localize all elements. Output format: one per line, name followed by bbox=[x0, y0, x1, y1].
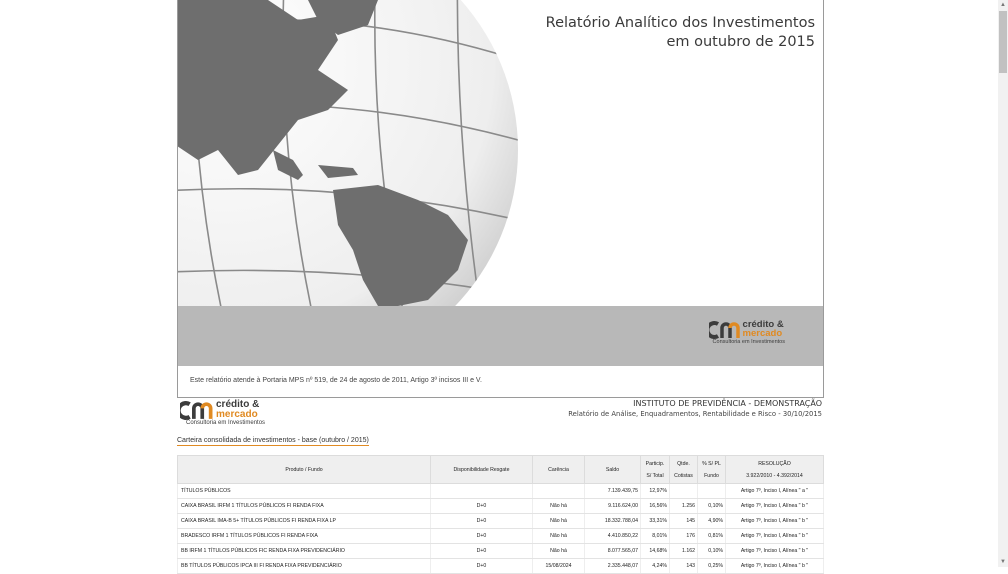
cell-carencia: Não há bbox=[532, 513, 585, 529]
cell-pl bbox=[697, 483, 726, 499]
cell-disp: D+0 bbox=[430, 498, 533, 514]
cell-disp bbox=[430, 483, 533, 499]
col-resolucao: RESOLUÇÃO 3.922/2010 - 4.392/2014 bbox=[725, 455, 824, 484]
cell-resolucao: Artigo 7º, Inciso I, Alínea " b " bbox=[725, 513, 824, 529]
col-pl-1: % S/ PL bbox=[702, 460, 721, 467]
logo-line2: mercado bbox=[216, 408, 258, 420]
cell-saldo: 18.332.788,04 bbox=[584, 513, 641, 529]
cell-particip: 16,56% bbox=[640, 498, 670, 514]
cell-carencia bbox=[532, 483, 585, 499]
col-particip-1: Particip. bbox=[645, 460, 665, 467]
col-resolucao-2: 3.922/2010 - 4.392/2014 bbox=[746, 472, 803, 479]
cell-disp: D+0 bbox=[430, 513, 533, 529]
cell-particip: 4,24% bbox=[640, 558, 670, 574]
col-pl-2: Fundo bbox=[704, 472, 719, 479]
cell-qtde: 1.256 bbox=[669, 498, 698, 514]
table-row: BB TÍTULOS PÚBLICOS IPCA III FI RENDA FI… bbox=[177, 558, 824, 574]
col-carencia: Carência bbox=[532, 455, 585, 484]
cell-produto: CAIXA BRASIL IMA-B 5+ TÍTULOS PÚBLICOS F… bbox=[177, 513, 431, 529]
page-logo: crédito & mercado Consultoria em Investi… bbox=[180, 400, 265, 427]
cell-resolucao: Artigo 7º, Inciso I, Alínea " a " bbox=[725, 483, 824, 499]
logo-tagline: Consultoria em Investimentos bbox=[712, 339, 785, 345]
cell-saldo: 2.335.448,07 bbox=[584, 558, 641, 574]
cell-qtde: 1.162 bbox=[669, 543, 698, 559]
col-saldo: Saldo bbox=[584, 455, 641, 484]
cell-saldo: 4.410.850,22 bbox=[584, 528, 641, 544]
cover-title-line1: Relatório Analítico dos Investimentos bbox=[545, 15, 815, 31]
table-row: TÍTULOS PÚBLICOS 7.139.439,75 12,97% Art… bbox=[177, 483, 824, 499]
col-particip-2: S/ Total bbox=[646, 472, 664, 479]
logo-mark-icon bbox=[180, 401, 213, 420]
cell-resolucao: Artigo 7º, Inciso I, Alínea " b " bbox=[725, 528, 824, 544]
cell-resolucao: Artigo 7º, Inciso I, Alínea " b " bbox=[725, 498, 824, 514]
cell-resolucao: Artigo 7º, Inciso I, Alínea " b " bbox=[725, 558, 824, 574]
cell-produto: CAIXA BRASIL IRFM 1 TÍTULOS PÚBLICOS FI … bbox=[177, 498, 431, 514]
col-qtde-1: Qtde. bbox=[677, 460, 690, 467]
col-qtde-2: Cotistas bbox=[674, 472, 693, 479]
scrollbar-thumb[interactable] bbox=[999, 11, 1007, 73]
cell-disp: D+0 bbox=[430, 543, 533, 559]
col-pl: % S/ PL Fundo bbox=[697, 455, 726, 484]
cell-pl: 4,90% bbox=[697, 513, 726, 529]
cover-band: crédito & mercado Consultoria em Investi… bbox=[178, 306, 823, 366]
institute-header: INSTITUTO DE PREVIDÊNCIA - DEMONSTRAÇÃO … bbox=[568, 398, 822, 420]
cell-particip: 12,97% bbox=[640, 483, 670, 499]
cell-particip: 14,68% bbox=[640, 543, 670, 559]
col-qtde: Qtde. Cotistas bbox=[669, 455, 698, 484]
cell-saldo: 7.139.439,75 bbox=[584, 483, 641, 499]
report-subtitle: Relatório de Análise, Enquadramentos, Re… bbox=[568, 410, 822, 418]
cell-pl: 0,81% bbox=[697, 528, 726, 544]
scroll-up-arrow-icon[interactable]: ▲ bbox=[998, 0, 1008, 10]
cell-produto: BRADESCO IRFM 1 TÍTULOS PÚBLICOS FI REND… bbox=[177, 528, 431, 544]
portfolio-table: Produto / Fundo Disponibilidade Resgate … bbox=[177, 455, 824, 574]
globe-illustration bbox=[178, 0, 518, 306]
logo-tagline: Consultoria em Investimentos bbox=[186, 420, 266, 426]
col-produto: Produto / Fundo bbox=[177, 455, 431, 484]
cell-particip: 8,01% bbox=[640, 528, 670, 544]
table-row: CAIXA BRASIL IRFM 1 TÍTULOS PÚBLICOS FI … bbox=[177, 498, 824, 514]
cell-carencia: 15/08/2024 bbox=[532, 558, 585, 574]
cell-carencia: Não há bbox=[532, 498, 585, 514]
cell-pl: 0,10% bbox=[697, 543, 726, 559]
cell-qtde: 145 bbox=[669, 513, 698, 529]
cell-disp: D+0 bbox=[430, 558, 533, 574]
cell-pl: 0,10% bbox=[697, 498, 726, 514]
cover-footnote: Este relatório atende à Portaria MPS nº … bbox=[190, 377, 482, 384]
vertical-scrollbar[interactable]: ▲ ▼ bbox=[998, 0, 1008, 567]
cell-carencia: Não há bbox=[532, 543, 585, 559]
cell-saldo: 8.077.565,07 bbox=[584, 543, 641, 559]
col-disponibilidade: Disponibilidade Resgate bbox=[430, 455, 533, 484]
cover-title-line2: em outubro de 2015 bbox=[666, 34, 815, 50]
cover-page: Relatório Analítico dos Investimentos em… bbox=[177, 0, 824, 398]
table-row: BB IRFM 1 TÍTULOS PÚBLICOS FIC RENDA FIX… bbox=[177, 543, 824, 559]
col-resolucao-1: RESOLUÇÃO bbox=[758, 460, 791, 467]
scroll-down-arrow-icon[interactable]: ▼ bbox=[998, 557, 1008, 567]
cell-pl: 0,25% bbox=[697, 558, 726, 574]
table-header-row: Produto / Fundo Disponibilidade Resgate … bbox=[177, 455, 824, 484]
table-row: CAIXA BRASIL IMA-B 5+ TÍTULOS PÚBLICOS F… bbox=[177, 513, 824, 529]
cell-qtde: 176 bbox=[669, 528, 698, 544]
cell-particip: 33,31% bbox=[640, 513, 670, 529]
cell-disp: D+0 bbox=[430, 528, 533, 544]
cell-produto: BB IRFM 1 TÍTULOS PÚBLICOS FIC RENDA FIX… bbox=[177, 543, 431, 559]
logo-mark-icon bbox=[708, 321, 740, 339]
cell-carencia: Não há bbox=[532, 528, 585, 544]
cell-qtde: 143 bbox=[669, 558, 698, 574]
cell-produto: TÍTULOS PÚBLICOS bbox=[177, 483, 431, 499]
company-logo: crédito & mercado Consultoria em Investi… bbox=[708, 320, 785, 346]
cell-resolucao: Artigo 7º, Inciso I, Alínea " b " bbox=[725, 543, 824, 559]
cell-saldo: 9.116.624,00 bbox=[584, 498, 641, 514]
col-particip: Particip. S/ Total bbox=[640, 455, 670, 484]
table-row: BRADESCO IRFM 1 TÍTULOS PÚBLICOS FI REND… bbox=[177, 528, 824, 544]
logo-line2: mercado bbox=[742, 328, 783, 339]
table-caption: Carteira consolidada de investimentos - … bbox=[177, 437, 369, 446]
cell-qtde bbox=[669, 483, 698, 499]
cell-produto: BB TÍTULOS PÚBLICOS IPCA III FI RENDA FI… bbox=[177, 558, 431, 574]
institute-name: INSTITUTO DE PREVIDÊNCIA - DEMONSTRAÇÃO bbox=[633, 399, 822, 408]
cover-title: Relatório Analítico dos Investimentos em… bbox=[546, 14, 815, 52]
